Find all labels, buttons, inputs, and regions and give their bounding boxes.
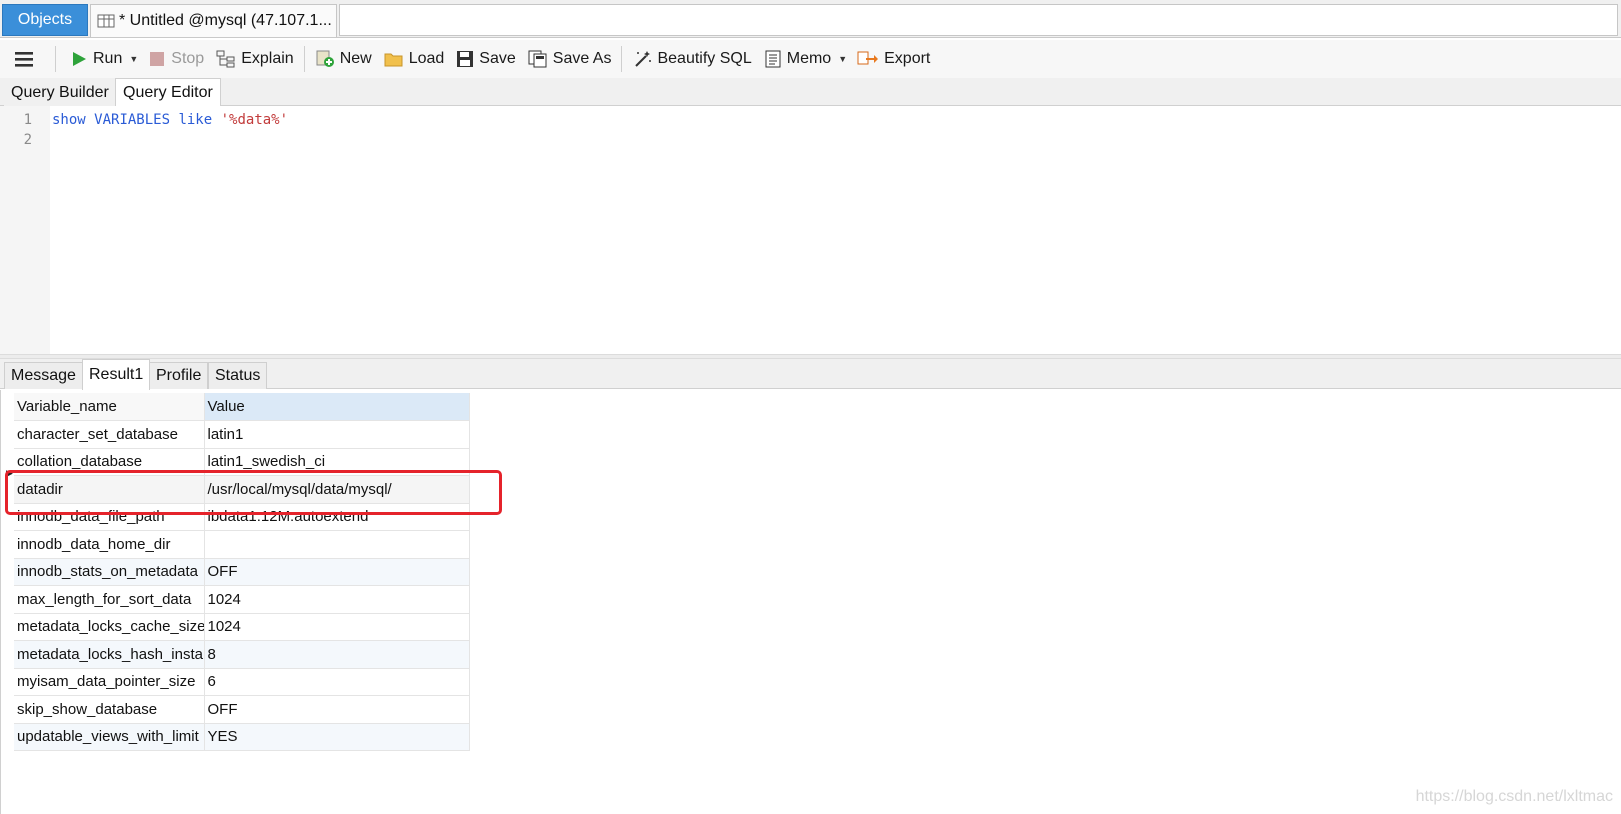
result-grid: ▶ Variable_name Value character_set_data… (0, 390, 1621, 814)
table-row[interactable]: innodb_stats_on_metadata OFF (14, 558, 470, 586)
tab-untitled-query[interactable]: * Untitled @mysql (47.107.1... (90, 4, 337, 37)
save-label: Save (479, 50, 516, 67)
tab-query-editor[interactable]: Query Editor (115, 78, 221, 107)
toolbar-separator (303, 46, 305, 72)
run-button[interactable]: Run ▼ (70, 44, 138, 74)
cell-value[interactable]: 6 (204, 668, 470, 696)
toolbar-separator (55, 46, 56, 72)
memo-icon (765, 50, 781, 68)
stop-icon (150, 52, 165, 66)
stop-button[interactable]: Stop (148, 44, 204, 74)
tab-status[interactable]: Status (208, 362, 268, 389)
explain-icon (216, 50, 235, 68)
cell-value[interactable]: OFF (204, 558, 470, 586)
cell-variable-name[interactable]: innodb_data_home_dir (14, 530, 205, 559)
column-header-variable-name[interactable]: Variable_name (14, 393, 205, 421)
sql-keyword: show (52, 112, 86, 128)
load-button[interactable]: Load (384, 44, 445, 74)
editor-line: 1 show VARIABLES like '%data%' (0, 112, 1621, 132)
beautify-sql-button[interactable]: Beautify SQL (632, 44, 752, 74)
sql-code: show VARIABLES like '%data%' (52, 112, 288, 128)
cell-variable-name[interactable]: metadata_locks_cache_size (14, 613, 205, 641)
table-row[interactable]: skip_show_database OFF (14, 695, 470, 724)
tab-query-builder[interactable]: Query Builder (4, 80, 116, 106)
red-highlight-annotation (5, 470, 502, 515)
load-label: Load (408, 50, 445, 67)
column-header-value[interactable]: Value (204, 393, 470, 421)
table-row[interactable]: myisam_data_pointer_size 6 (14, 668, 470, 696)
cell-value[interactable]: 1024 (204, 613, 470, 641)
table-header-row: Variable_name Value (14, 393, 470, 421)
new-label: New (339, 50, 372, 67)
run-label: Run (93, 50, 123, 67)
cell-value[interactable] (204, 530, 470, 559)
document-tab-strip: Objects * Untitled @mysql (47.107.1... (0, 0, 1621, 38)
save-as-button[interactable]: Save As (528, 44, 612, 74)
hamburger-icon (15, 52, 33, 67)
cell-variable-name[interactable]: character_set_database (14, 420, 205, 449)
cell-variable-name[interactable]: metadata_locks_hash_instances (14, 640, 205, 669)
grid-border (0, 390, 1, 814)
table-row[interactable]: metadata_locks_cache_size 1024 (14, 613, 470, 641)
sql-string: '%data%' (220, 112, 289, 128)
cell-variable-name[interactable]: updatable_views_with_limit (14, 723, 205, 751)
play-icon (73, 52, 86, 66)
editor-line: 2 (0, 132, 1621, 152)
cell-value[interactable]: 8 (204, 640, 470, 669)
export-icon (857, 51, 879, 65)
sql-keyword: like (178, 112, 213, 128)
tab-message[interactable]: Message (4, 362, 83, 389)
memo-label: Memo (786, 50, 832, 67)
cell-value[interactable]: latin1 (204, 420, 470, 449)
beautify-sql-label: Beautify SQL (657, 50, 752, 67)
sql-keyword: VARIABLES (94, 112, 171, 128)
cell-value[interactable]: YES (204, 723, 470, 751)
line-number: 2 (23, 132, 32, 148)
table-row[interactable]: character_set_database latin1 (14, 420, 470, 449)
tab-profile[interactable]: Profile (149, 362, 209, 389)
chevron-down-icon[interactable]: ▼ (129, 54, 138, 64)
toolbar-separator (621, 46, 623, 72)
cell-variable-name[interactable]: myisam_data_pointer_size (14, 668, 205, 696)
save-as-label: Save As (552, 50, 612, 67)
tab-objects[interactable]: Objects (2, 4, 88, 36)
tab-strip-empty-area (339, 4, 1618, 36)
cell-value[interactable]: 1024 (204, 585, 470, 614)
cell-variable-name[interactable]: skip_show_database (14, 695, 205, 724)
menu-button[interactable] (14, 44, 39, 74)
export-button[interactable]: Export (857, 44, 930, 74)
magic-wand-icon (635, 51, 652, 67)
sql-editor[interactable]: 1 show VARIABLES like '%data%' 2 (0, 106, 1621, 354)
memo-button[interactable]: Memo ▼ (764, 44, 847, 74)
save-as-icon (528, 50, 547, 68)
chevron-down-icon[interactable]: ▼ (838, 54, 847, 64)
table-row[interactable]: metadata_locks_hash_instances 8 (14, 640, 470, 669)
cell-variable-name[interactable]: innodb_stats_on_metadata (14, 558, 205, 586)
watermark: https://blog.csdn.net/lxltmac (1415, 788, 1613, 805)
editor-mode-tabs: Query Builder Query Editor (0, 78, 1621, 107)
save-icon (457, 51, 474, 67)
folder-icon (384, 53, 403, 67)
table-row[interactable]: innodb_data_home_dir (14, 530, 470, 559)
tab-result1[interactable]: Result1 (82, 359, 151, 390)
table-row[interactable]: updatable_views_with_limit YES (14, 723, 470, 751)
result-tabs: Message Result1 Profile Status (0, 359, 1621, 390)
new-query-icon (316, 50, 334, 67)
query-table-icon (97, 14, 115, 28)
save-button[interactable]: Save (456, 44, 516, 74)
stop-label: Stop (171, 50, 205, 67)
result-table: Variable_name Value character_set_databa… (14, 393, 470, 751)
toolbar: Run ▼ Stop Explain New Load Save Save As… (0, 40, 1621, 78)
explain-button[interactable]: Explain (216, 44, 294, 74)
explain-label: Explain (241, 50, 294, 67)
cell-value[interactable]: OFF (204, 695, 470, 724)
cell-variable-name[interactable]: max_length_for_sort_data (14, 585, 205, 614)
new-button[interactable]: New (315, 44, 372, 74)
line-number: 1 (23, 112, 32, 128)
export-label: Export (884, 50, 931, 67)
tab-untitled-query-label: * Untitled @mysql (47.107.1... (119, 12, 332, 29)
table-row[interactable]: max_length_for_sort_data 1024 (14, 585, 470, 614)
